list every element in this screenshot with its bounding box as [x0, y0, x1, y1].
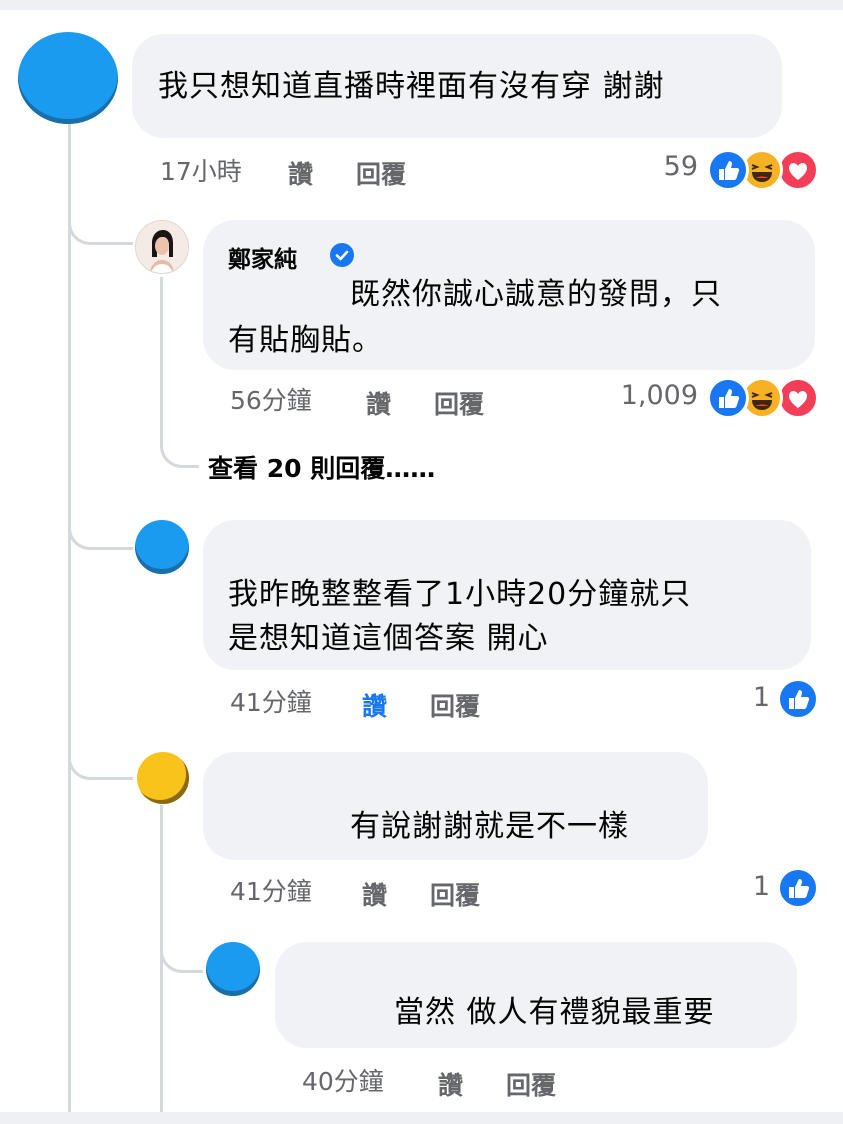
- thread-connector: [160, 430, 199, 468]
- like-button[interactable]: 讚: [362, 876, 387, 912]
- reaction-count[interactable]: 1: [740, 682, 770, 713]
- comment-author[interactable]: 鄭家純: [228, 240, 297, 274]
- comment-text: 當然 做人有禮貌最重要: [394, 995, 715, 1030]
- thread-line-main: [68, 122, 71, 1112]
- love-icon[interactable]: [777, 149, 819, 191]
- like-icon[interactable]: [777, 678, 819, 720]
- reply-button[interactable]: 回覆: [506, 1066, 556, 1102]
- thread-line-reply: [160, 277, 163, 447]
- like-button[interactable]: 讚: [438, 1066, 463, 1102]
- top-divider: [0, 0, 843, 10]
- thread-connector: [160, 925, 203, 973]
- comment-time[interactable]: 40分鐘: [302, 1062, 384, 1098]
- like-icon[interactable]: [707, 377, 749, 419]
- avatar[interactable]: [18, 32, 118, 124]
- reply-button[interactable]: 回覆: [430, 687, 480, 723]
- avatar[interactable]: [206, 942, 260, 996]
- reaction-count[interactable]: 1: [740, 871, 770, 902]
- love-icon[interactable]: [777, 377, 819, 419]
- view-more-replies-link[interactable]: 查看 20 則回覆……: [208, 449, 435, 485]
- like-button[interactable]: 讚: [288, 155, 313, 191]
- like-button[interactable]: 讚: [362, 687, 387, 723]
- thread-connector: [68, 725, 133, 780]
- avatar[interactable]: [135, 520, 189, 574]
- comment-text: 是想知道這個答案 開心: [228, 621, 549, 656]
- like-icon[interactable]: [777, 867, 819, 909]
- thread-connector: [68, 495, 133, 550]
- comment-text: 有說謝謝就是不一樣: [350, 809, 629, 844]
- verified-badge-icon: [330, 243, 354, 267]
- avatar-photo[interactable]: [135, 220, 189, 274]
- comment-time[interactable]: 41分鐘: [230, 683, 312, 719]
- reply-button[interactable]: 回覆: [430, 876, 480, 912]
- comment-time[interactable]: 41分鐘: [230, 872, 312, 908]
- reply-button[interactable]: 回覆: [434, 385, 484, 421]
- comment-text: 既然你誠心誠意的發問，只: [350, 277, 722, 312]
- reaction-count[interactable]: 59: [650, 151, 698, 182]
- like-icon[interactable]: [707, 149, 749, 191]
- thread-connector: [68, 190, 133, 245]
- comment-time[interactable]: 56分鐘: [230, 381, 312, 417]
- avatar[interactable]: [137, 752, 189, 804]
- reaction-count[interactable]: 1,009: [598, 380, 698, 411]
- bottom-divider: [0, 1112, 843, 1124]
- comment-text: 有貼胸貼。: [228, 323, 383, 358]
- comment-time[interactable]: 17小時: [160, 152, 242, 188]
- comment-text: 我昨晚整整看了1小時20分鐘就只: [228, 577, 692, 612]
- like-button[interactable]: 讚: [366, 385, 391, 421]
- comment-text: 我只想知道直播時裡面有沒有穿 謝謝: [158, 69, 665, 104]
- reply-button[interactable]: 回覆: [356, 155, 406, 191]
